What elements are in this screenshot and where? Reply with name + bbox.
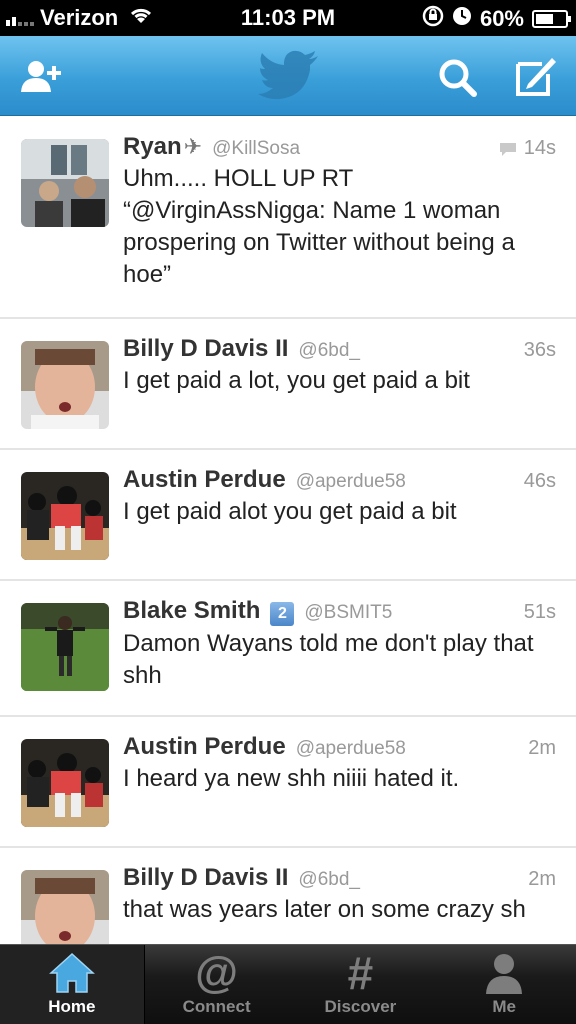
- tweet-text: that was years later on some crazy sh: [123, 896, 526, 923]
- tweet-time: 46s: [523, 470, 556, 492]
- tweet-time: 51s: [523, 601, 556, 623]
- home-icon: [0, 945, 144, 995]
- avatar[interactable]: [21, 739, 109, 827]
- tweet-author: Austin Perdue: [123, 733, 286, 760]
- tweet-author: Billy D Davis II: [123, 864, 289, 891]
- tab-me[interactable]: Me: [432, 945, 576, 1024]
- at-icon: @: [195, 948, 239, 997]
- tweet-author: Billy D Davis II: [123, 335, 289, 362]
- tweet-text: Uhm..... HOLL UP RT “@VirginAssNigga: Na…: [123, 165, 515, 288]
- tweet-handle: @BSMIT5: [304, 602, 393, 623]
- tweet[interactable]: Billy D Davis II @6bd_ 2m that was years…: [0, 848, 576, 944]
- search-button[interactable]: [434, 54, 480, 100]
- speech-bubble-icon: [499, 142, 516, 156]
- tab-home[interactable]: Home: [0, 945, 145, 1024]
- tab-discover[interactable]: # Discover: [289, 945, 433, 1024]
- avatar[interactable]: [21, 341, 109, 429]
- add-user-button[interactable]: [18, 54, 64, 100]
- airplane-icon: ✈: [183, 134, 203, 159]
- search-icon: [439, 59, 477, 97]
- avatar[interactable]: [21, 870, 109, 944]
- status-right: 60%: [422, 5, 571, 33]
- battery-percent: 60%: [479, 6, 524, 31]
- tweet[interactable]: Billy D Davis II @6bd_ 36s I get paid a …: [0, 319, 576, 450]
- tab-bar: Home @ Connect # Discover Me: [0, 944, 576, 1024]
- compose-button[interactable]: [512, 54, 558, 100]
- tweet-time: 2m: [528, 868, 556, 890]
- tweet-author: Austin Perdue: [123, 466, 286, 493]
- alarm-icon: [452, 6, 472, 32]
- compose-icon: [516, 58, 556, 96]
- rotation-lock-icon: [422, 5, 444, 33]
- avatar[interactable]: [21, 139, 109, 227]
- tweet-text: I get paid a lot, you get paid a bit: [123, 367, 470, 394]
- tab-label: Connect: [182, 997, 251, 1016]
- tweet-time-group: 14s: [498, 137, 556, 160]
- tweet-text: I heard ya new shh niiii hated it.: [123, 765, 460, 792]
- status-bar: Verizon 11:03 PM 60%: [0, 0, 576, 36]
- number-badge: 2: [270, 602, 295, 626]
- person-icon: [432, 945, 576, 995]
- tweet-author: Blake Smith: [123, 597, 261, 624]
- twitter-bird-icon: [258, 50, 320, 100]
- tweet[interactable]: Austin Perdue @aperdue58 2m I heard ya n…: [0, 717, 576, 848]
- hash-icon: #: [347, 947, 374, 999]
- tweet-author: Ryan: [123, 133, 182, 160]
- navigation-bar: [0, 36, 576, 116]
- tweet-handle: @aperdue58: [295, 471, 406, 492]
- tab-connect[interactable]: @ Connect: [145, 945, 289, 1024]
- tab-label: Home: [48, 997, 96, 1016]
- battery-icon: [532, 10, 571, 28]
- tweet-time: 14s: [523, 137, 556, 159]
- tweet-text: Damon Wayans told me don't play that shh: [123, 630, 534, 689]
- tab-label: Discover: [324, 997, 397, 1016]
- tweet[interactable]: Blake Smith 2 @BSMIT5 51s Damon Wayans t…: [0, 581, 576, 717]
- tab-label: Me: [492, 997, 516, 1016]
- tweet-handle: @KillSosa: [212, 138, 301, 159]
- tweet-text: I get paid alot you get paid a bit: [123, 498, 457, 525]
- avatar[interactable]: [21, 472, 109, 560]
- timeline[interactable]: Ryan ✈ @KillSosa 14s Uhm..... HOLL UP RT…: [0, 117, 576, 944]
- tweet-handle: @6bd_: [298, 340, 360, 361]
- tweet[interactable]: Austin Perdue @aperdue58 46s I get paid …: [0, 450, 576, 581]
- tweet-handle: @6bd_: [298, 869, 360, 890]
- avatar[interactable]: [21, 603, 109, 691]
- tweet[interactable]: Ryan ✈ @KillSosa 14s Uhm..... HOLL UP RT…: [0, 117, 576, 319]
- tweet-time: 36s: [523, 339, 556, 361]
- add-user-icon: [21, 61, 61, 92]
- tweet-handle: @aperdue58: [295, 738, 406, 759]
- tweet-time: 2m: [528, 737, 556, 759]
